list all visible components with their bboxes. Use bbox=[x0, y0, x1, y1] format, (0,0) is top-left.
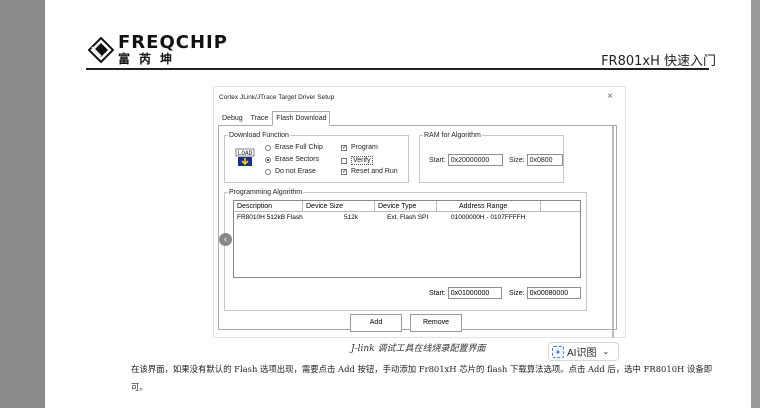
chevron-down-icon: ⌄ bbox=[602, 347, 610, 356]
download-function-legend: Download Function bbox=[229, 132, 289, 139]
radio-label: Do not Erase bbox=[275, 168, 316, 175]
col-description[interactable]: Description bbox=[234, 201, 303, 212]
svg-text:LOAD: LOAD bbox=[238, 150, 253, 157]
algorithm-legend: Programming Algorithm bbox=[229, 189, 303, 196]
freqchip-logo: FREQCHIP 富芮坤 bbox=[87, 32, 228, 66]
checkbox-empty-icon bbox=[341, 157, 347, 164]
algorithm-start-label: Start: bbox=[429, 289, 446, 297]
logo-text-cn: 富芮坤 bbox=[118, 52, 182, 66]
col-device-size[interactable]: Device Size bbox=[303, 201, 375, 212]
radio-label: Erase Full Chip bbox=[275, 144, 323, 151]
radio-do-not-erase[interactable]: Do not Erase bbox=[265, 168, 316, 175]
header-divider bbox=[86, 68, 709, 70]
remove-button[interactable]: Remove bbox=[410, 314, 462, 332]
algorithm-table: Description Device Size Device Type Addr… bbox=[233, 200, 581, 278]
radio-button-icon bbox=[265, 168, 271, 175]
radio-button-icon bbox=[265, 156, 271, 163]
add-button[interactable]: Add bbox=[350, 314, 402, 332]
checkbox-label: Verify bbox=[351, 156, 373, 165]
panel-scroll-edge bbox=[612, 126, 614, 338]
chevron-left-icon[interactable]: ‹ bbox=[219, 233, 232, 246]
ram-start-input[interactable]: 0x20000000 bbox=[447, 154, 503, 166]
figure-caption: J-link 调试工具在线烧录配置界面 bbox=[351, 344, 486, 354]
table-cell-device-size[interactable]: 512k bbox=[344, 213, 358, 222]
radio-label: Erase Sectors bbox=[275, 156, 319, 163]
close-icon[interactable]: × bbox=[607, 91, 613, 102]
radio-button-icon bbox=[265, 144, 271, 151]
radio-erase-sectors[interactable]: Erase Sectors bbox=[265, 156, 319, 163]
algorithm-size-input[interactable]: 0x00080000 bbox=[526, 287, 581, 299]
ai-scan-icon: ✦ bbox=[552, 345, 564, 358]
col-blank bbox=[541, 201, 580, 212]
ai-button-label: AI识图 bbox=[567, 348, 597, 359]
dialog-tabs: Debug Trace Flash Download bbox=[218, 111, 331, 126]
ram-size-input[interactable]: 0x0800 bbox=[526, 154, 563, 166]
ram-start-field: Start: 0x20000000 bbox=[429, 154, 503, 166]
ram-legend: RAM for Algorithm bbox=[424, 132, 481, 139]
table-cell-device-type[interactable]: Ext. Flash SPI bbox=[387, 213, 428, 222]
tab-flash-download[interactable]: Flash Download bbox=[272, 111, 331, 126]
algorithm-start-field: Start: 0x01000000 bbox=[429, 287, 502, 299]
checkbox-label: Program bbox=[351, 144, 378, 151]
table-cell-address-range[interactable]: 01000000H - 0107FFFFH bbox=[451, 213, 525, 222]
document-title: FR801xH 快速入门 bbox=[601, 54, 716, 69]
ram-size-field: Size: 0x0800 bbox=[509, 154, 563, 166]
scrollbar-track[interactable] bbox=[751, 0, 760, 408]
col-device-type[interactable]: Device Type bbox=[375, 201, 437, 212]
tab-debug[interactable]: Debug bbox=[218, 111, 247, 126]
body-paragraph: 在该界面，如果没有默认的 Flash 选项出现，需要点击 Add 按钮，手动添加… bbox=[131, 364, 713, 392]
dialog-title: Cortex JLink/JTrace Target Driver Setup bbox=[219, 94, 335, 101]
ram-start-label: Start: bbox=[429, 156, 446, 164]
freqchip-logo-icon bbox=[87, 36, 115, 63]
load-icon: LOAD bbox=[235, 148, 255, 166]
algorithm-size-label: Size: bbox=[509, 289, 525, 297]
checkmark-icon: ✓ bbox=[341, 144, 348, 151]
table-cell-description[interactable]: FR8010H 512kB Flash bbox=[237, 213, 303, 222]
logo-text-en: FREQCHIP bbox=[118, 32, 228, 53]
checkmark-icon: ✓ bbox=[341, 168, 348, 175]
col-address-range[interactable]: Address Range bbox=[437, 201, 541, 212]
ram-size-label: Size: bbox=[509, 156, 525, 164]
algorithm-start-input[interactable]: 0x01000000 bbox=[447, 287, 502, 299]
checkbox-verify[interactable]: Verify bbox=[341, 156, 373, 165]
radio-erase-full-chip[interactable]: Erase Full Chip bbox=[265, 144, 323, 151]
checkbox-program[interactable]: ✓ Program bbox=[341, 144, 378, 151]
algorithm-size-field: Size: 0x00080000 bbox=[509, 287, 581, 299]
checkbox-label: Reset and Run bbox=[351, 168, 398, 175]
tab-trace[interactable]: Trace bbox=[247, 111, 273, 126]
checkbox-reset-and-run[interactable]: ✓ Reset and Run bbox=[341, 168, 398, 175]
ai-image-recognition-button[interactable]: ✦ AI识图 ⌄ bbox=[548, 342, 619, 361]
